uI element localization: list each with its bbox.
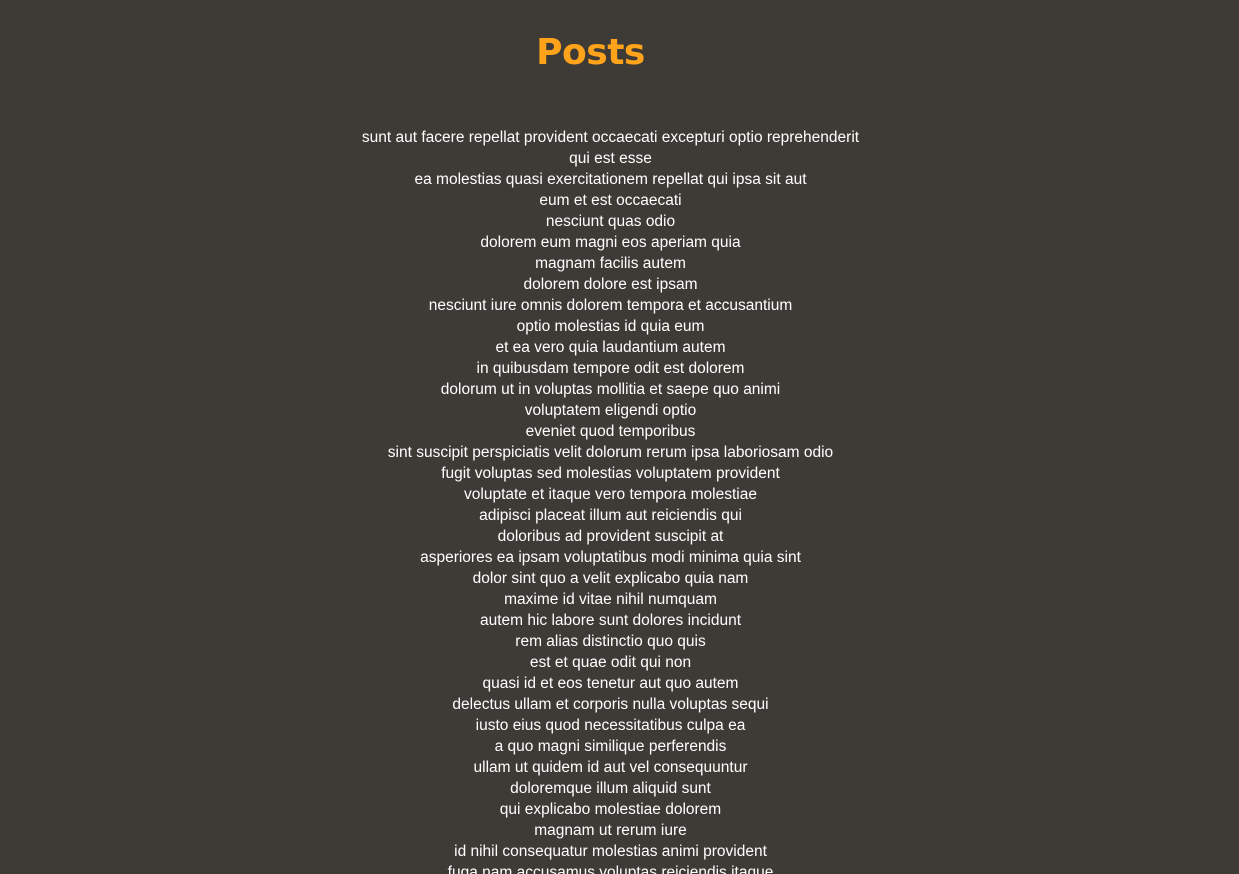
post-title: a quo magni similique perferendis [494, 738, 727, 755]
post-title: doloremque illum aliquid sunt [510, 780, 711, 797]
post-title: voluptatem eligendi optio [524, 402, 697, 419]
post-title: dolorem eum magni eos aperiam quia [480, 234, 741, 251]
post-title: sunt aut facere repellat provident occae… [361, 129, 860, 146]
post-title: maxime id vitae nihil numquam [504, 591, 717, 608]
post-title: id nihil consequatur molestias animi pro… [454, 843, 767, 860]
page-title: Posts [536, 32, 645, 73]
post-title: fuga nam accusamus voluptas reiciendis i… [447, 864, 774, 874]
post-title: ea molestias quasi exercitationem repell… [414, 171, 807, 188]
post-title: eum et est occaecati [539, 192, 682, 209]
post-title: asperiores ea ipsam voluptatibus modi mi… [420, 549, 801, 566]
post-title: magnam ut rerum iure [534, 822, 687, 839]
post-title: iusto eius quod necessitatibus culpa ea [475, 717, 746, 734]
post-title: magnam facilis autem [535, 255, 686, 272]
post-title: et ea vero quia laudantium autem [495, 339, 726, 356]
page: Posts sunt aut facere repellat provident… [0, 0, 1239, 874]
post-title: qui est esse [569, 150, 652, 167]
post-title: sint suscipit perspiciatis velit dolorum… [387, 444, 834, 461]
post-title: ullam ut quidem id aut vel consequuntur [473, 759, 748, 776]
post-title: doloribus ad provident suscipit at [497, 528, 724, 545]
post-title: in quibusdam tempore odit est dolorem [476, 360, 745, 377]
post-title: fugit voluptas sed molestias voluptatem … [441, 465, 780, 482]
post-title: delectus ullam et corporis nulla volupta… [452, 696, 769, 713]
post-title: nesciunt quas odio [545, 213, 676, 230]
post-list: sunt aut facere repellat provident occae… [0, 127, 1221, 874]
post-title: dolorem dolore est ipsam [523, 276, 698, 293]
post-title: autem hic labore sunt dolores incidunt [479, 612, 742, 629]
post-title: rem alias distinctio quo quis [515, 633, 706, 650]
post-title: adipisci placeat illum aut reiciendis qu… [479, 507, 742, 524]
post-title: qui explicabo molestiae dolorem [499, 801, 722, 818]
post-title: voluptate et itaque vero tempora molesti… [464, 486, 757, 503]
post-title: nesciunt iure omnis dolorem tempora et a… [428, 297, 793, 314]
post-title: est et quae odit qui non [529, 654, 692, 671]
post-title: dolor sint quo a velit explicabo quia na… [472, 570, 749, 587]
post-title: dolorum ut in voluptas mollitia et saepe… [440, 381, 781, 398]
post-title: optio molestias id quia eum [516, 318, 705, 335]
post-title: eveniet quod temporibus [525, 423, 696, 440]
post-title: quasi id et eos tenetur aut quo autem [482, 675, 739, 692]
